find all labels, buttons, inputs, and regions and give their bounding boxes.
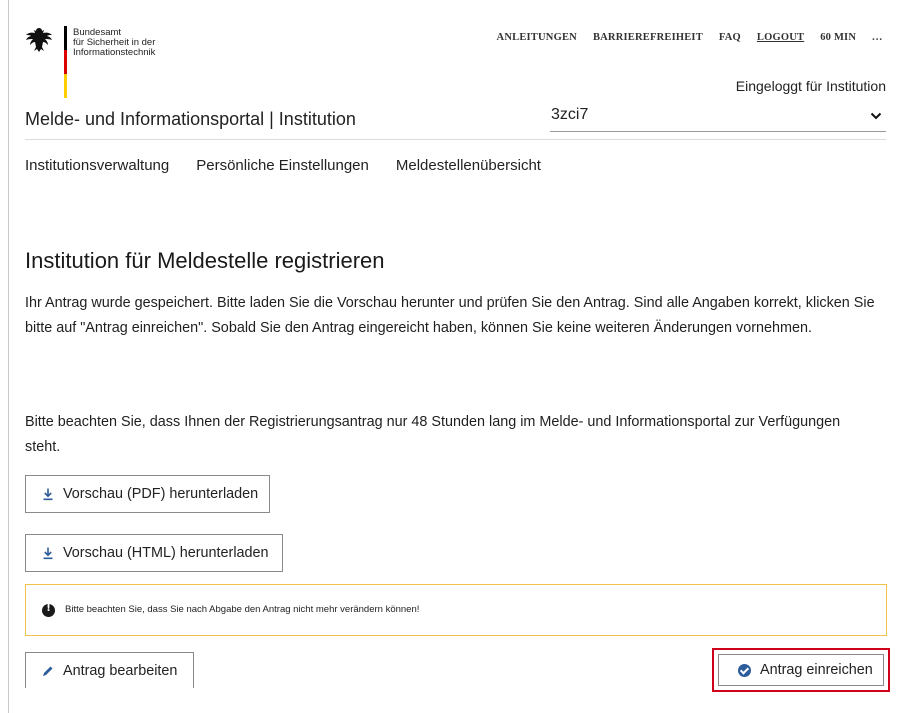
- portal-title: Melde- und Informationsportal | Institut…: [25, 109, 356, 129]
- institution-select-value: 3zci7: [551, 106, 589, 123]
- nav-persoenliche-einstellungen[interactable]: Persönliche Einstellungen: [196, 157, 369, 174]
- download-icon: [43, 488, 53, 501]
- edit-application-label: Antrag bearbeiten: [63, 662, 178, 679]
- top-navigation: ANLEITUNGEN BARRIEREFREIHEIT FAQ LOGOUT …: [497, 32, 883, 43]
- nav-anleitungen[interactable]: ANLEITUNGEN: [497, 32, 577, 43]
- submit-application-label: Antrag einreichen: [760, 662, 873, 678]
- warning-notice: Bitte beachten Sie, dass Sie nach Abgabe…: [25, 584, 887, 636]
- logo-text: Bundesamt für Sicherheit in der Informat…: [73, 28, 213, 58]
- page-title: Institution für Meldestelle registrieren: [25, 248, 385, 273]
- institution-select[interactable]: 3zci7: [550, 105, 886, 132]
- german-flag-stripe: [64, 26, 67, 98]
- download-html-label: Vorschau (HTML) herunterladen: [63, 545, 269, 561]
- pencil-icon: [43, 666, 53, 676]
- download-pdf-label: Vorschau (PDF) herunterladen: [63, 486, 259, 502]
- warning-text: Bitte beachten Sie, dass Sie nach Abgabe…: [65, 604, 420, 615]
- check-circle-icon: [738, 663, 751, 677]
- main-navigation: Institutionsverwaltung Persönliche Einst…: [25, 157, 541, 174]
- more-menu-button[interactable]: ...: [872, 32, 883, 43]
- submit-application-highlight: Antrag einreichen: [712, 648, 890, 692]
- nav-institutionsverwaltung[interactable]: Institutionsverwaltung: [25, 157, 169, 174]
- logout-link[interactable]: LOGOUT: [757, 32, 804, 43]
- nav-faq[interactable]: FAQ: [719, 32, 741, 43]
- info-paragraph-deadline: Bitte beachten Sie, dass Ihnen der Regis…: [25, 414, 841, 455]
- exclamation-icon: [42, 603, 55, 617]
- download-html-button[interactable]: Vorschau (HTML) herunterladen: [25, 534, 283, 572]
- federal-eagle-icon: [26, 28, 52, 52]
- submit-application-button[interactable]: Antrag einreichen: [718, 654, 884, 686]
- nav-barrierefreiheit[interactable]: BARRIEREFREIHEIT: [593, 32, 703, 43]
- edit-application-button[interactable]: Antrag bearbeiten: [25, 652, 194, 688]
- login-status: Eingeloggt für Institution: [735, 78, 886, 94]
- chevron-down-icon: [870, 112, 882, 120]
- download-icon: [43, 547, 53, 560]
- info-paragraph-saved: Ihr Antrag wurde gespeichert. Bitte lade…: [25, 295, 875, 336]
- logo-line-3: Informationstechnik: [73, 47, 156, 58]
- download-pdf-button[interactable]: Vorschau (PDF) herunterladen: [25, 475, 270, 513]
- nav-meldestellenuebersicht[interactable]: Meldestellenübersicht: [396, 157, 541, 174]
- bsi-logo[interactable]: Bundesamt für Sicherheit in der Informat…: [25, 26, 155, 98]
- header-divider: [25, 139, 886, 140]
- session-timer: 60 MIN: [820, 32, 857, 43]
